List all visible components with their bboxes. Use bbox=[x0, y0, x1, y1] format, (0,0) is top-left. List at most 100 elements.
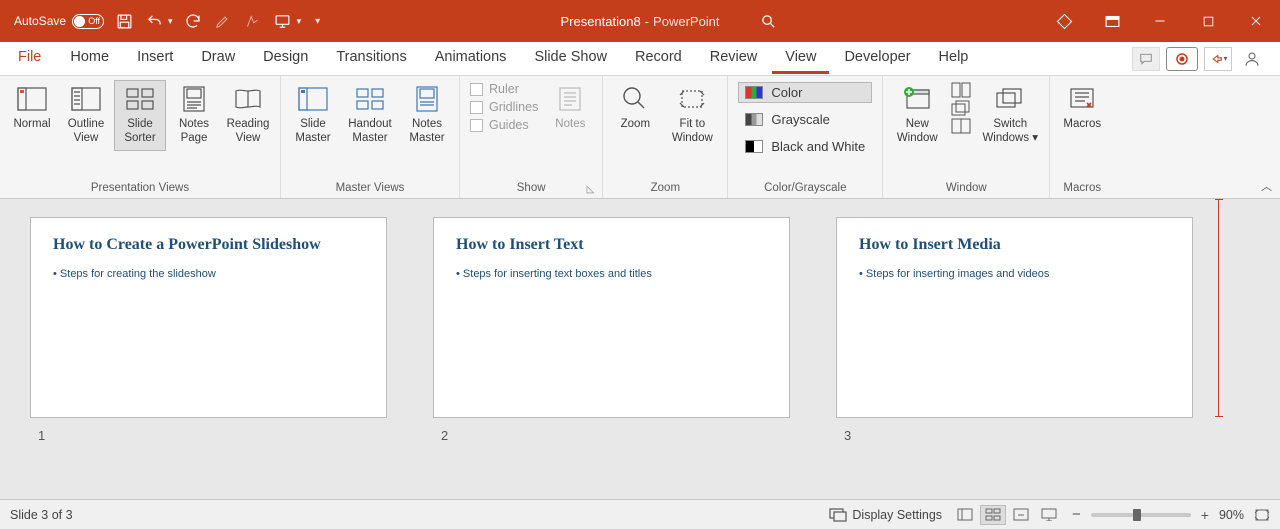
group-master-views: Slide Master Handout Master Notes Master… bbox=[281, 76, 460, 198]
ribbon: Normal Outline View Slide Sorter Notes P… bbox=[0, 76, 1280, 199]
group-label: Presentation Views bbox=[6, 179, 274, 198]
group-zoom: Zoom Fit to Window Zoom bbox=[603, 76, 728, 198]
slide-sorter-pane[interactable]: How to Create a PowerPoint Slideshow Ste… bbox=[0, 199, 1280, 499]
qat-icon-2[interactable] bbox=[243, 11, 263, 31]
tab-file[interactable]: File bbox=[4, 43, 55, 74]
zoom-button[interactable]: Zoom bbox=[609, 80, 661, 136]
reading-view-button[interactable]: Reading View bbox=[222, 80, 274, 151]
close-button[interactable] bbox=[1232, 0, 1280, 42]
bw-button[interactable]: Black and White bbox=[738, 136, 872, 157]
normal-view-icon[interactable] bbox=[952, 505, 978, 525]
insertion-cursor bbox=[1218, 199, 1220, 417]
slide-thumbnail[interactable]: How to Create a PowerPoint Slideshow Ste… bbox=[30, 217, 387, 418]
camera-button[interactable] bbox=[1166, 47, 1198, 71]
zoom-in-button[interactable]: + bbox=[1201, 507, 1209, 523]
slide-thumbnail[interactable]: How to Insert Media Steps for inserting … bbox=[836, 217, 1193, 418]
group-window: New Window Switch Windows ▾ Window bbox=[883, 76, 1050, 198]
comments-button[interactable] bbox=[1132, 47, 1160, 71]
notes-page-button[interactable]: Notes Page bbox=[168, 80, 220, 151]
grayscale-button[interactable]: Grayscale bbox=[738, 109, 872, 130]
tab-help[interactable]: Help bbox=[926, 43, 982, 74]
autosave-label: AutoSave bbox=[14, 14, 66, 28]
zoom-out-button[interactable]: − bbox=[1072, 506, 1081, 523]
gridlines-checkbox[interactable]: Gridlines bbox=[470, 100, 538, 114]
slide-3[interactable]: How to Insert Media Steps for inserting … bbox=[836, 217, 1193, 499]
guides-checkbox[interactable]: Guides bbox=[470, 118, 538, 132]
group-label: Window bbox=[889, 179, 1043, 198]
collapse-ribbon-icon[interactable]: ︿ bbox=[1261, 178, 1272, 194]
tab-slideshow[interactable]: Slide Show bbox=[521, 43, 620, 74]
handout-master-button[interactable]: Handout Master bbox=[341, 80, 399, 151]
notes-master-button[interactable]: Notes Master bbox=[401, 80, 453, 151]
move-split-button[interactable] bbox=[951, 118, 971, 134]
slide-bullet: Steps for inserting images and videos bbox=[859, 268, 1170, 280]
fit-to-window-button[interactable]: Fit to Window bbox=[663, 80, 721, 151]
color-button[interactable]: Color bbox=[738, 82, 872, 103]
tab-draw[interactable]: Draw bbox=[188, 43, 248, 74]
qat-overflow-icon[interactable]: ▾ bbox=[311, 16, 324, 27]
fit-to-window-icon[interactable] bbox=[1254, 508, 1270, 522]
redo-icon[interactable] bbox=[183, 11, 203, 31]
search-icon[interactable] bbox=[760, 13, 777, 30]
ruler-checkbox[interactable]: Ruler bbox=[470, 82, 538, 96]
display-settings-button[interactable]: Display Settings bbox=[829, 508, 942, 522]
title-bar: AutoSave Off ▾ ▾ ▾ Presentation8 - Power… bbox=[0, 0, 1280, 42]
slide-2[interactable]: How to Insert Text Steps for inserting t… bbox=[433, 217, 790, 499]
present-dropdown-icon[interactable]: ▾ bbox=[297, 16, 302, 27]
maximize-button[interactable] bbox=[1184, 0, 1232, 42]
qat-icon-1[interactable] bbox=[213, 11, 233, 31]
minimize-button[interactable] bbox=[1136, 0, 1184, 42]
slide-sorter-button[interactable]: Slide Sorter bbox=[114, 80, 166, 151]
ribbon-display-icon[interactable] bbox=[1088, 0, 1136, 42]
new-window-button[interactable]: New Window bbox=[889, 80, 945, 151]
switch-windows-button[interactable]: Switch Windows ▾ bbox=[977, 80, 1043, 151]
tab-home[interactable]: Home bbox=[57, 43, 122, 74]
slide-thumbnail[interactable]: How to Insert Text Steps for inserting t… bbox=[433, 217, 790, 418]
cascade-button[interactable] bbox=[951, 100, 971, 116]
notes-button[interactable]: Notes bbox=[544, 80, 596, 136]
dialog-launcher-icon[interactable]: ◺ bbox=[587, 184, 595, 195]
tab-record[interactable]: Record bbox=[622, 43, 695, 74]
zoom-slider[interactable] bbox=[1091, 513, 1191, 517]
slide-1[interactable]: How to Create a PowerPoint Slideshow Ste… bbox=[30, 217, 387, 499]
outline-view-button[interactable]: Outline View bbox=[60, 80, 112, 151]
group-label: Show◺ bbox=[466, 179, 596, 198]
start-from-beginning-icon[interactable] bbox=[273, 11, 293, 31]
tab-review[interactable]: Review bbox=[697, 43, 771, 74]
group-label: Master Views bbox=[287, 179, 453, 198]
slide-number: 3 bbox=[836, 428, 1193, 443]
group-macros: Macros Macros bbox=[1050, 76, 1114, 198]
ribbon-tabs: File Home Insert Draw Design Transitions… bbox=[0, 42, 1280, 76]
save-icon[interactable] bbox=[114, 11, 134, 31]
diamond-icon[interactable] bbox=[1040, 0, 1088, 42]
slide-number: 1 bbox=[30, 428, 387, 443]
share-button[interactable]: ▾ bbox=[1204, 47, 1232, 71]
reading-view-icon[interactable] bbox=[1008, 505, 1034, 525]
autosave-control[interactable]: AutoSave Off bbox=[14, 14, 104, 29]
slide-bullet: Steps for inserting text boxes and title… bbox=[456, 268, 767, 280]
tab-transitions[interactable]: Transitions bbox=[323, 43, 419, 74]
slideshow-view-icon[interactable] bbox=[1036, 505, 1062, 525]
view-buttons bbox=[952, 505, 1062, 525]
tab-insert[interactable]: Insert bbox=[124, 43, 186, 74]
slide-title: How to Insert Text bbox=[456, 236, 767, 254]
group-label: Zoom bbox=[609, 179, 721, 198]
account-icon[interactable] bbox=[1238, 47, 1266, 71]
autosave-toggle[interactable]: Off bbox=[72, 14, 104, 29]
slide-bullet: Steps for creating the slideshow bbox=[53, 268, 364, 280]
display-settings-icon bbox=[829, 508, 847, 522]
macros-button[interactable]: Macros bbox=[1056, 80, 1108, 136]
slide-master-button[interactable]: Slide Master bbox=[287, 80, 339, 151]
tab-view[interactable]: View bbox=[772, 43, 829, 74]
tab-developer[interactable]: Developer bbox=[831, 43, 923, 74]
status-bar: Slide 3 of 3 Display Settings − + 90% bbox=[0, 499, 1280, 529]
undo-icon[interactable] bbox=[144, 11, 164, 31]
sorter-view-icon[interactable] bbox=[980, 505, 1006, 525]
normal-view-button[interactable]: Normal bbox=[6, 80, 58, 136]
arrange-all-button[interactable] bbox=[951, 82, 971, 98]
zoom-percent[interactable]: 90% bbox=[1219, 508, 1244, 522]
undo-dropdown-icon[interactable]: ▾ bbox=[168, 16, 173, 27]
tab-animations[interactable]: Animations bbox=[422, 43, 520, 74]
document-name: Presentation8 bbox=[560, 14, 640, 29]
tab-design[interactable]: Design bbox=[250, 43, 321, 74]
